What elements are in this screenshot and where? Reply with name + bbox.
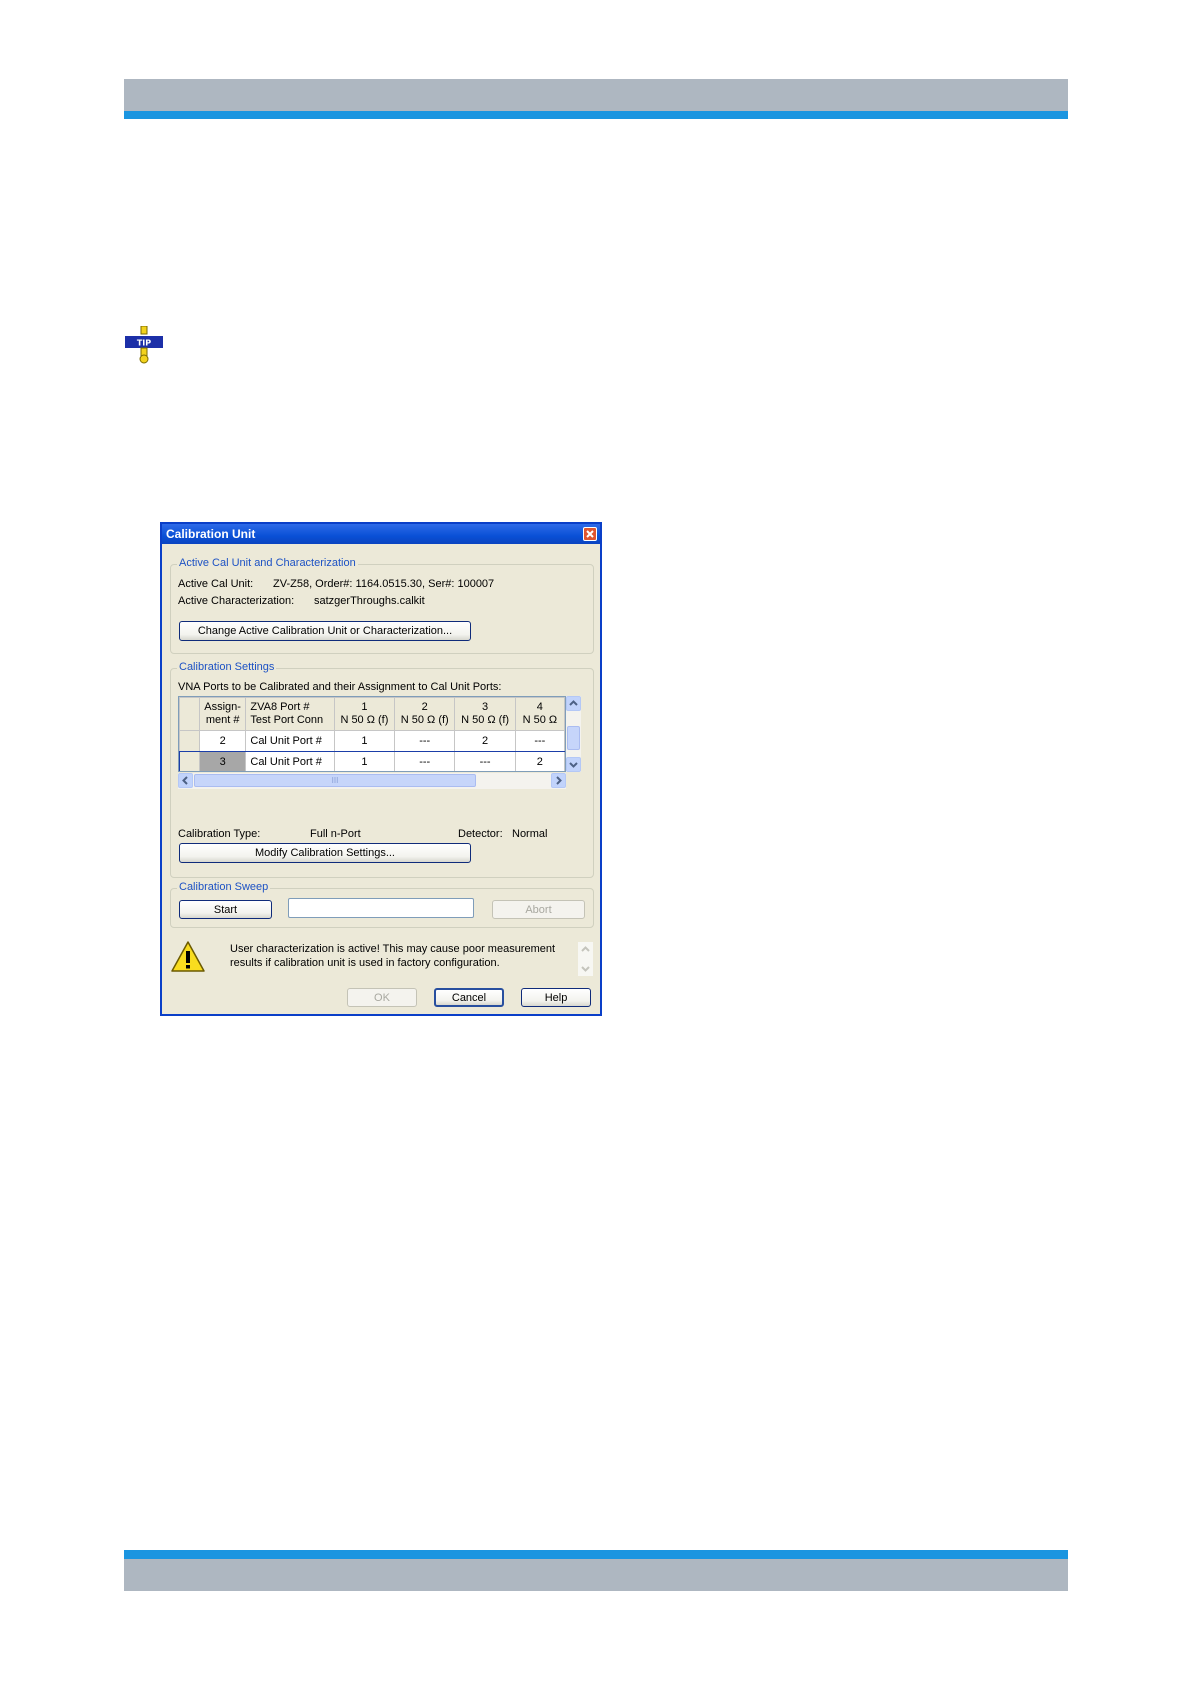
table-vertical-scrollbar[interactable] [566,696,581,772]
chevron-up-icon [581,946,590,952]
calibration-settings-group-title: Calibration Settings [177,661,277,673]
table-cell[interactable]: 3 [198,751,247,771]
table-cell[interactable]: 1 [333,730,396,752]
column-header: ZVA8 Port # Test Port Conn [245,697,335,731]
chevron-down-icon [581,966,590,972]
table-cell[interactable]: --- [454,751,516,771]
table-cell[interactable]: 2 [514,751,565,771]
close-icon [586,530,594,538]
calibration-sweep-group-title: Calibration Sweep [177,881,271,893]
cancel-button[interactable]: Cancel [434,988,504,1007]
table-cell: Cal Unit Port # [245,730,335,752]
column-header: 4N 50 Ω [514,697,565,731]
page-footer-accent-line [124,1550,1068,1559]
column-header: Assign-ment # [198,697,247,731]
table-cell[interactable]: --- [394,751,456,771]
modify-calibration-settings-button[interactable]: Modify Calibration Settings... [179,843,471,863]
chevron-left-icon [182,776,188,785]
help-button[interactable]: Help [521,988,591,1007]
warning-message-line: User characterization is active! This ma… [230,943,556,955]
row-header-cell [179,730,200,752]
message-scrollbar[interactable] [578,942,593,976]
scroll-down-button[interactable] [566,757,581,772]
calibration-type-label: Calibration Type: [178,828,261,840]
sweep-progress-bar [288,898,474,918]
detector-value: Normal [512,828,548,840]
table-header-row: Assign-ment # ZVA8 Port # Test Port Conn … [179,697,565,731]
active-cal-unit-label: Active Cal Unit: [178,578,254,590]
row-header-cell [179,751,200,771]
calibration-unit-dialog: Calibration Unit Active Cal Unit and Cha… [160,522,602,1016]
start-button[interactable]: Start [179,900,272,919]
active-characterization-label: Active Characterization: [178,595,295,607]
page-footer-band [124,1559,1068,1591]
scroll-left-button[interactable] [178,773,193,788]
column-header: 3N 50 Ω (f) [454,697,516,731]
dialog-titlebar[interactable]: Calibration Unit [162,524,600,544]
port-assignment-caption: VNA Ports to be Calibrated and their Ass… [178,681,502,693]
calibration-type-value: Full n-Port [310,828,361,840]
chevron-up-icon [569,700,578,706]
scroll-up-button[interactable] [566,696,581,711]
table-cell[interactable]: --- [394,730,456,752]
dialog-title: Calibration Unit [166,527,256,541]
column-header: 2N 50 Ω (f) [394,697,456,731]
table-row[interactable]: 2 Cal Unit Port # 1 --- 2 --- [179,730,565,752]
column-header: 1N 50 Ω (f) [333,697,396,731]
page-header-band [124,79,1068,111]
table-cell[interactable]: 2 [198,730,247,752]
port-assignment-table[interactable]: Assign-ment # ZVA8 Port # Test Port Conn … [178,696,566,772]
scroll-right-button[interactable] [551,773,566,788]
tip-icon: TIP [125,326,163,364]
tip-icon-text: TIP [137,339,151,348]
change-calibration-unit-button[interactable]: Change Active Calibration Unit or Charac… [179,621,471,641]
active-characterization-value: satzgerThroughs.calkit [314,595,425,607]
table-cell[interactable]: --- [514,730,565,752]
horizontal-scroll-thumb[interactable]: III [194,774,476,787]
warning-icon [171,941,205,972]
table-corner-cell [179,697,200,731]
warning-message-line: results if calibration unit is used in f… [230,957,500,969]
ok-button[interactable]: OK [347,988,417,1007]
active-cal-unit-value: ZV-Z58, Order#: 1164.0515.30, Ser#: 1000… [273,578,495,590]
chevron-down-icon [569,762,578,768]
table-cell: Cal Unit Port # [245,751,335,771]
table-cell[interactable]: 2 [454,730,516,752]
table-row-selected[interactable]: 3 Cal Unit Port # 1 --- --- 2 [179,750,565,771]
active-cal-unit-group-title: Active Cal Unit and Characterization [177,557,358,569]
table-horizontal-scrollbar[interactable]: III [178,773,566,789]
abort-button[interactable]: Abort [492,900,585,919]
vertical-scroll-thumb[interactable] [567,726,580,750]
close-button[interactable] [583,527,597,541]
chevron-right-icon [556,776,562,785]
detector-label: Detector: [458,828,503,840]
page-header-accent-line [124,111,1068,119]
table-cell[interactable]: 1 [333,751,396,771]
warning-message: User characterization is active! This ma… [230,942,570,970]
